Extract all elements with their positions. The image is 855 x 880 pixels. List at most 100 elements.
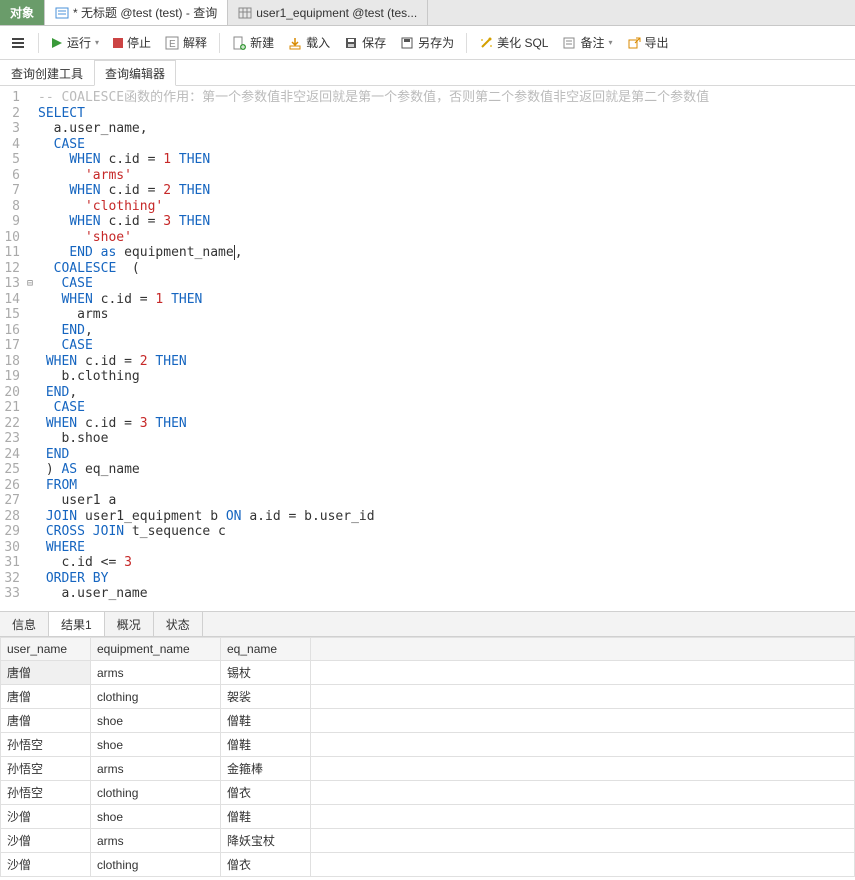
code-line[interactable]: arms xyxy=(38,307,853,323)
fold-marker[interactable] xyxy=(24,493,36,509)
table-row[interactable]: 唐僧arms锡杖 xyxy=(1,661,855,685)
stop-button[interactable]: 停止 xyxy=(107,31,157,54)
table-cell[interactable]: clothing xyxy=(91,853,221,877)
code-line[interactable]: b.shoe xyxy=(38,431,853,447)
tab-result1[interactable]: 结果1 xyxy=(49,612,105,636)
table-cell[interactable]: 唐僧 xyxy=(1,709,91,733)
table-cell[interactable]: 孙悟空 xyxy=(1,781,91,805)
new-button[interactable]: 新建 xyxy=(226,31,280,54)
fold-marker[interactable] xyxy=(24,400,36,416)
code-line[interactable]: user1 a xyxy=(38,493,853,509)
table-cell[interactable]: 袈裟 xyxy=(221,685,311,709)
table-row[interactable]: 唐僧clothing袈裟 xyxy=(1,685,855,709)
table-row[interactable]: 孙悟空shoe僧鞋 xyxy=(1,733,855,757)
fold-marker[interactable] xyxy=(24,121,36,137)
table-row[interactable]: 沙僧clothing僧衣 xyxy=(1,853,855,877)
sql-editor[interactable]: 1234567891011121314151617181920212223242… xyxy=(0,86,855,611)
code-line[interactable]: CASE xyxy=(38,400,853,416)
code-line[interactable]: ) AS eq_name xyxy=(38,462,853,478)
table-cell[interactable]: clothing xyxy=(91,781,221,805)
fold-marker[interactable] xyxy=(24,199,36,215)
code-line[interactable]: CASE xyxy=(38,137,853,153)
code-line[interactable]: END, xyxy=(38,323,853,339)
table-cell[interactable]: arms xyxy=(91,661,221,685)
code-line[interactable]: a.user_name, xyxy=(38,121,853,137)
table-cell[interactable]: 僧鞋 xyxy=(221,709,311,733)
tab-query[interactable]: * 无标题 @test (test) - 查询 xyxy=(45,0,228,25)
table-cell[interactable]: 孙悟空 xyxy=(1,757,91,781)
explain-button[interactable]: E 解释 xyxy=(159,31,213,54)
fold-marker[interactable] xyxy=(24,152,36,168)
code-line[interactable]: 'arms' xyxy=(38,168,853,184)
code-line[interactable]: CASE xyxy=(38,276,853,292)
code-line[interactable]: CASE xyxy=(38,338,853,354)
code-line[interactable]: WHEN c.id = 3 THEN xyxy=(38,214,853,230)
notes-button[interactable]: 备注 ▾ xyxy=(556,31,618,54)
code-line[interactable]: a.user_name xyxy=(38,586,853,602)
table-row[interactable]: 孙悟空arms金箍棒 xyxy=(1,757,855,781)
fold-marker[interactable] xyxy=(24,509,36,525)
fold-marker[interactable] xyxy=(24,90,36,106)
fold-marker[interactable] xyxy=(24,323,36,339)
fold-marker[interactable] xyxy=(24,183,36,199)
beautify-button[interactable]: 美化 SQL xyxy=(473,31,554,54)
code-line[interactable]: FROM xyxy=(38,478,853,494)
table-cell[interactable]: 沙僧 xyxy=(1,853,91,877)
fold-marker[interactable] xyxy=(24,307,36,323)
fold-marker[interactable] xyxy=(24,385,36,401)
fold-marker[interactable] xyxy=(24,416,36,432)
fold-marker[interactable] xyxy=(24,261,36,277)
fold-marker[interactable] xyxy=(24,338,36,354)
fold-marker[interactable] xyxy=(24,524,36,540)
fold-marker[interactable] xyxy=(24,586,36,602)
code-line[interactable]: c.id <= 3 xyxy=(38,555,853,571)
menu-button[interactable] xyxy=(4,33,32,53)
saveas-button[interactable]: 另存为 xyxy=(394,31,460,54)
table-cell[interactable]: 沙僧 xyxy=(1,805,91,829)
code-line[interactable]: JOIN user1_equipment b ON a.id = b.user_… xyxy=(38,509,853,525)
fold-marker[interactable] xyxy=(24,137,36,153)
code-line[interactable]: WHEN c.id = 1 THEN xyxy=(38,292,853,308)
table-cell[interactable]: 唐僧 xyxy=(1,661,91,685)
table-cell[interactable]: 僧鞋 xyxy=(221,733,311,757)
column-header[interactable]: user_name xyxy=(1,638,91,661)
fold-marker[interactable]: ⊟ xyxy=(24,276,36,292)
fold-marker[interactable] xyxy=(24,230,36,246)
code-line[interactable]: 'shoe' xyxy=(38,230,853,246)
fold-marker[interactable] xyxy=(24,540,36,556)
fold-marker[interactable] xyxy=(24,571,36,587)
code-line[interactable]: WHERE xyxy=(38,540,853,556)
fold-marker[interactable] xyxy=(24,106,36,122)
code-line[interactable]: END xyxy=(38,447,853,463)
run-button[interactable]: 运行 ▾ xyxy=(45,31,105,54)
code-line[interactable]: WHEN c.id = 1 THEN xyxy=(38,152,853,168)
code-line[interactable]: b.clothing xyxy=(38,369,853,385)
fold-marker[interactable] xyxy=(24,245,36,261)
fold-marker[interactable] xyxy=(24,292,36,308)
code-area[interactable]: -- COALESCE函数的作用：第一个参数值非空返回就是第一个参数值，否则第二… xyxy=(36,86,855,611)
tab-editor[interactable]: 查询编辑器 xyxy=(94,60,176,86)
fold-marker[interactable] xyxy=(24,478,36,494)
table-cell[interactable]: 僧鞋 xyxy=(221,805,311,829)
tab-table[interactable]: user1_equipment @test (tes... xyxy=(228,0,428,25)
table-cell[interactable]: 僧衣 xyxy=(221,853,311,877)
load-button[interactable]: 载入 xyxy=(282,31,336,54)
tab-status[interactable]: 状态 xyxy=(154,612,203,636)
fold-marker[interactable] xyxy=(24,447,36,463)
code-line[interactable]: WHEN c.id = 2 THEN xyxy=(38,354,853,370)
table-cell[interactable]: arms xyxy=(91,757,221,781)
fold-marker[interactable] xyxy=(24,354,36,370)
code-line[interactable]: END as equipment_name, xyxy=(38,245,853,261)
code-line[interactable]: ORDER BY xyxy=(38,571,853,587)
table-row[interactable]: 沙僧shoe僧鞋 xyxy=(1,805,855,829)
tab-builder[interactable]: 查询创建工具 xyxy=(0,60,94,85)
result-grid[interactable]: user_nameequipment_nameeq_name唐僧arms锡杖唐僧… xyxy=(0,637,855,877)
code-line[interactable]: -- COALESCE函数的作用：第一个参数值非空返回就是第一个参数值，否则第二… xyxy=(38,90,853,106)
table-cell[interactable]: 沙僧 xyxy=(1,829,91,853)
tab-info[interactable]: 信息 xyxy=(0,612,49,636)
table-row[interactable]: 沙僧arms降妖宝杖 xyxy=(1,829,855,853)
fold-marker[interactable] xyxy=(24,431,36,447)
table-row[interactable]: 唐僧shoe僧鞋 xyxy=(1,709,855,733)
table-cell[interactable]: clothing xyxy=(91,685,221,709)
fold-marker[interactable] xyxy=(24,555,36,571)
